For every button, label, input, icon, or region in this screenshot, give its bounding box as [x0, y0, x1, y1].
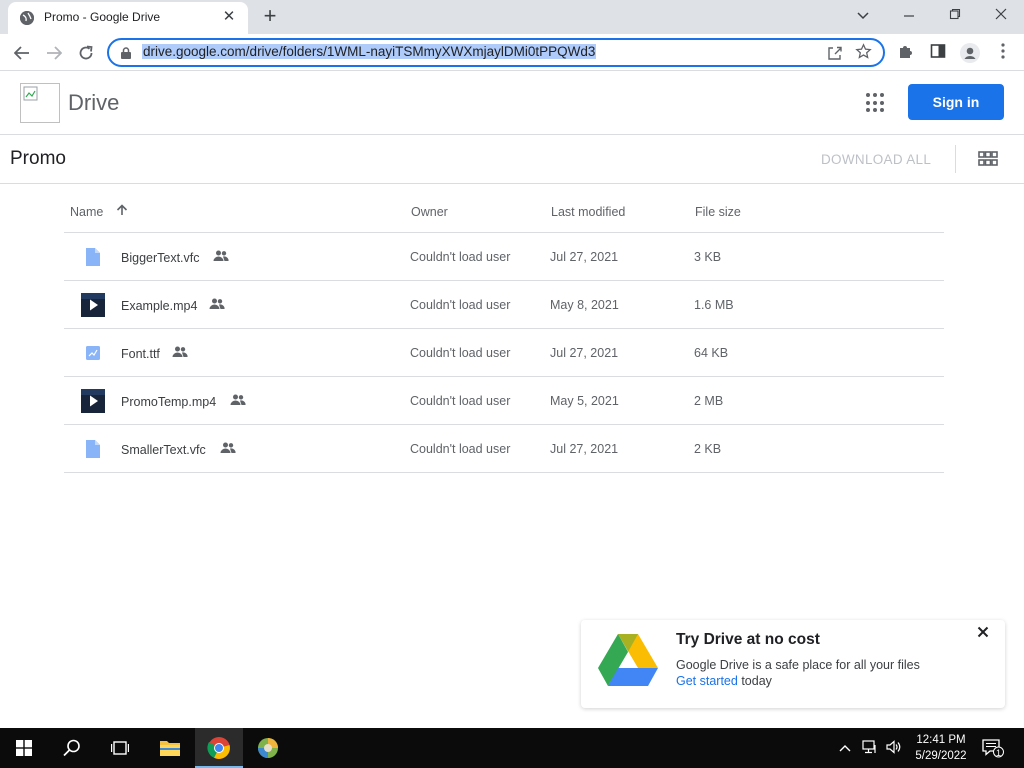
table-row[interactable]: Font.ttf Couldn't load user Jul 27, 2021… [64, 329, 944, 377]
file-explorer-icon[interactable] [146, 728, 194, 768]
search-icon[interactable] [48, 728, 96, 768]
browser-tab[interactable]: Promo - Google Drive ✕ [8, 2, 248, 34]
file-name[interactable]: SmallerText.vfc [121, 443, 206, 457]
google-apps-grid-icon[interactable] [866, 93, 886, 113]
notification-icon[interactable]: 1 [982, 738, 1004, 762]
task-view-icon[interactable] [96, 728, 144, 768]
file-name[interactable]: Font.ttf [121, 347, 160, 361]
shared-people-icon [213, 250, 229, 262]
doc-icon [81, 245, 105, 269]
doc-icon [81, 437, 105, 461]
file-owner: Couldn't load user [410, 298, 511, 312]
download-all-button[interactable]: DOWNLOAD ALL [821, 152, 931, 167]
promo-link-suffix: today [737, 674, 772, 688]
video-thumbnail [81, 293, 105, 317]
video-thumbnail [81, 389, 105, 413]
file-modified: May 5, 2021 [550, 394, 619, 408]
tab-title: Promo - Google Drive [44, 10, 161, 24]
file-modified: Jul 27, 2021 [550, 346, 619, 360]
file-size: 64 KB [694, 346, 729, 360]
column-header-file-size: File size [695, 205, 741, 219]
drive-header: Drive Sign in [0, 71, 1024, 135]
system-clock[interactable]: 12:41 PM 5/29/2022 [908, 732, 974, 764]
app-title: Drive [68, 90, 120, 115]
file-table: Name Owner Last modified File size Bigge… [64, 184, 944, 473]
back-arrow-icon[interactable] [9, 40, 35, 66]
table-row[interactable]: SmallerText.vfc Couldn't load user Jul 2… [64, 425, 944, 473]
share-icon[interactable] [827, 45, 843, 61]
new-tab-button[interactable]: + [259, 5, 281, 27]
file-modified: Jul 27, 2021 [550, 442, 619, 456]
app-taskbar-icon[interactable] [244, 728, 292, 768]
promo-cta-line: Get started today [676, 674, 772, 688]
volume-icon[interactable] [886, 740, 902, 758]
clock-time: 12:41 PM [916, 734, 966, 746]
side-panel-icon[interactable] [928, 43, 948, 63]
file-size: 1.6 MB [694, 298, 734, 312]
grid-view-icon[interactable] [978, 151, 998, 167]
sign-in-button[interactable]: Sign in [908, 84, 1004, 120]
table-header: Name Owner Last modified File size [64, 184, 944, 233]
shared-people-icon [230, 394, 246, 406]
minimize-button[interactable] [894, 4, 924, 26]
table-row[interactable]: Example.mp4 Couldn't load user May 8, 20… [64, 281, 944, 329]
column-header-name[interactable]: Name [70, 205, 103, 219]
promo-close-icon[interactable] [975, 626, 991, 642]
extensions-puzzle-icon[interactable] [896, 43, 916, 63]
tab-search-icon[interactable] [848, 4, 878, 26]
url-text[interactable]: drive.google.com/drive/folders/1WML-nayi… [142, 44, 597, 59]
file-owner: Couldn't load user [410, 346, 511, 360]
chevron-up-icon[interactable] [839, 740, 851, 756]
forward-arrow-icon[interactable] [41, 40, 67, 66]
table-row[interactable]: BiggerText.vfc Couldn't load user Jul 27… [64, 233, 944, 281]
get-started-link[interactable]: Get started [676, 674, 738, 688]
promo-title: Try Drive at no cost [676, 631, 820, 648]
menu-kebab-icon[interactable] [993, 43, 1013, 63]
file-modified: Jul 27, 2021 [550, 250, 619, 264]
close-window-button[interactable] [986, 4, 1016, 26]
file-owner: Couldn't load user [410, 250, 511, 264]
promo-card: Try Drive at no cost Google Drive is a s… [581, 620, 1005, 708]
file-name[interactable]: Example.mp4 [121, 299, 197, 313]
clock-date: 5/29/2022 [915, 750, 967, 762]
shared-people-icon [209, 298, 225, 310]
table-row[interactable]: PromoTemp.mp4 Couldn't load user May 5, … [64, 377, 944, 425]
file-size: 3 KB [694, 250, 722, 264]
broken-logo-image [20, 83, 60, 123]
tab-close-icon[interactable]: ✕ [220, 8, 238, 26]
address-bar[interactable]: drive.google.com/drive/folders/1WML-nayi… [107, 38, 885, 67]
profile-avatar-icon[interactable] [960, 43, 980, 63]
windows-start-icon[interactable] [0, 728, 48, 768]
shared-people-icon [220, 442, 236, 454]
sort-arrow-up-icon[interactable] [116, 204, 128, 219]
file-owner: Couldn't load user [410, 442, 511, 456]
restore-button[interactable] [940, 4, 970, 26]
column-header-owner: Owner [411, 205, 448, 219]
google-drive-logo-icon [598, 632, 658, 686]
bookmark-star-icon[interactable] [855, 43, 873, 61]
notification-count: 1 [996, 748, 1002, 758]
file-modified: May 8, 2021 [550, 298, 619, 312]
file-size: 2 KB [694, 442, 722, 456]
browser-toolbar: drive.google.com/drive/folders/1WML-nayi… [0, 34, 1024, 71]
windows-taskbar: 12:41 PM 5/29/2022 1 [0, 728, 1024, 768]
file-name[interactable]: BiggerText.vfc [121, 251, 200, 265]
column-header-last-modified: Last modified [551, 205, 626, 219]
shared-people-icon [172, 346, 188, 358]
divider [955, 145, 956, 173]
folder-title: Promo [10, 148, 66, 169]
lock-icon[interactable] [121, 46, 131, 59]
image-file-icon [81, 341, 105, 365]
file-owner: Couldn't load user [410, 394, 511, 408]
file-name[interactable]: PromoTemp.mp4 [121, 395, 216, 409]
globe-icon [20, 11, 34, 25]
chrome-taskbar-icon[interactable] [195, 728, 243, 768]
promo-body: Google Drive is a safe place for all you… [676, 658, 920, 672]
browser-tab-strip: Promo - Google Drive ✕ + [0, 0, 1024, 34]
file-size: 2 MB [694, 394, 724, 408]
network-icon[interactable] [862, 740, 878, 758]
folder-bar: Promo DOWNLOAD ALL [0, 135, 1024, 184]
reload-icon[interactable] [73, 40, 99, 66]
